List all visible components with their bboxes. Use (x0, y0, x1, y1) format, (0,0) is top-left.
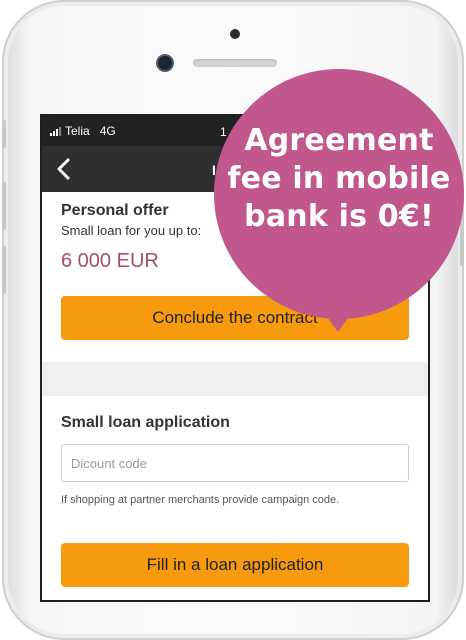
discount-code-input[interactable] (61, 444, 409, 482)
section-divider (42, 362, 428, 396)
front-camera (158, 56, 172, 70)
loan-application-card: Small loan application If shopping at pa… (42, 396, 428, 600)
carrier-name: Telia (65, 124, 90, 138)
signal-strength-icon (50, 126, 61, 136)
volume-up-button (2, 182, 6, 230)
promo-bubble-text: Agreement fee in mobile bank is 0€! (227, 123, 451, 234)
fill-loan-application-button[interactable]: Fill in a loan application (61, 543, 409, 587)
volume-down-button (2, 246, 6, 294)
promo-bubble-tail (312, 296, 364, 332)
mute-switch (2, 120, 6, 148)
offer-title: Personal offer (61, 202, 169, 219)
back-button[interactable] (52, 155, 78, 183)
campaign-code-hint: If shopping at partner merchants provide… (61, 494, 340, 506)
network-type: 4G (99, 124, 116, 138)
chevron-left-icon (57, 158, 70, 180)
earpiece-speaker (193, 59, 277, 67)
offer-subtitle: Small loan for you up to: (61, 223, 202, 238)
offer-amount: 6 000 EUR (61, 250, 159, 272)
application-title: Small loan application (61, 414, 230, 431)
proximity-sensor (230, 29, 240, 39)
